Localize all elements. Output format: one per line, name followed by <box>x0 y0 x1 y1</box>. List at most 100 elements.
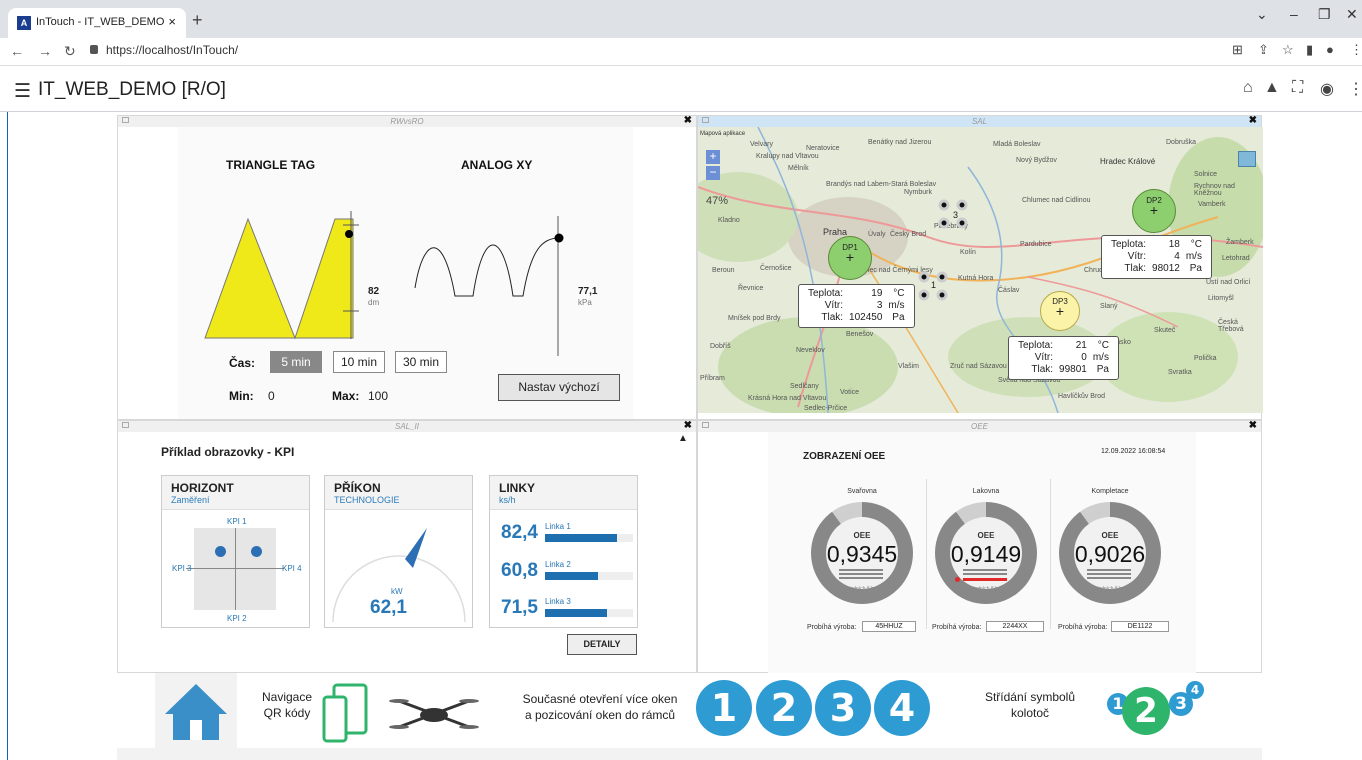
profile-icon[interactable]: ● <box>1326 42 1334 57</box>
window-icon <box>122 422 129 428</box>
carousel-4[interactable]: 4 <box>1186 681 1204 699</box>
time-5min-button[interactable]: 5 min <box>270 351 322 373</box>
hamburger-menu-icon[interactable]: ☰ <box>14 80 31 103</box>
map-city: Mělník <box>788 165 809 172</box>
prikon-card: PŘÍKON TECHNOLOGIE kW 62,1 <box>324 475 473 628</box>
oee-subnote: Posledních 8 hodin <box>964 586 1008 592</box>
map-city: Řevnice <box>738 285 764 292</box>
layers-icon[interactable] <box>1238 151 1256 167</box>
zoom-in-button[interactable]: + <box>706 150 720 164</box>
mountain-icon: ▲ <box>678 433 688 444</box>
map-city: Dobruška <box>1166 139 1196 146</box>
restore-icon[interactable]: ❐ <box>1318 6 1331 23</box>
oee-alert-bar <box>963 578 1007 581</box>
window-title-bar[interactable]: RWvsRO ✖ <box>118 115 696 127</box>
close-icon[interactable]: ✖ <box>1249 115 1257 126</box>
chevron-down-icon[interactable]: ⌄ <box>1256 6 1268 23</box>
bar-fill <box>545 572 598 580</box>
window-title: OEE <box>971 422 988 431</box>
window-2-button[interactable]: 2 <box>756 680 812 736</box>
footer-bar: Navigace QR kódy Současné otevření více … <box>117 673 1262 748</box>
max-value: 100 <box>368 389 389 403</box>
forward-icon[interactable]: → <box>38 43 52 59</box>
reload-icon[interactable]: ↻ <box>64 43 76 60</box>
kpi-dot <box>215 546 226 557</box>
xy-unit: kPa <box>578 298 592 307</box>
map-city: Ústí nad Orlicí <box>1206 279 1251 286</box>
map-app-label: Mapová aplikace <box>700 131 746 137</box>
linka3-bar <box>545 609 633 617</box>
map-city: Neratovice <box>806 145 840 152</box>
qr-nav-text[interactable]: Navigace QR kódy <box>257 689 317 721</box>
minimize-icon[interactable]: – <box>1290 6 1298 22</box>
tab-close-icon[interactable]: × <box>168 8 176 36</box>
sidebar-icon[interactable]: ▮ <box>1306 42 1313 58</box>
carousel-2-active[interactable]: 2 <box>1122 687 1170 735</box>
app-favicon-icon: A <box>17 16 31 30</box>
window-3-button[interactable]: 3 <box>815 680 871 736</box>
oee-label: OEE <box>977 531 995 540</box>
plus-icon: + <box>1149 202 1159 218</box>
station-dp2-marker[interactable]: DP2 + <box>1132 189 1176 233</box>
bookmark-star-icon[interactable]: ☆ <box>1282 42 1294 58</box>
fullscreen-icon[interactable]: ⛶ <box>1292 79 1303 97</box>
detail-button[interactable]: DETAILY <box>567 634 637 655</box>
home-icon[interactable] <box>163 680 229 742</box>
oee-bars <box>839 569 883 581</box>
address-bar: ← → ↻ https://localhost/InTouch/ ⊞ ⇪ ☆ ▮… <box>0 38 1362 66</box>
window-title-bar[interactable]: OEE ✖ <box>698 420 1261 432</box>
reset-default-button[interactable]: Nastav výchozí <box>498 374 620 401</box>
map-city: Příbram <box>700 375 725 382</box>
time-30min-button[interactable]: 30 min <box>395 351 447 373</box>
window-title-bar[interactable]: SAL_II ✖ <box>118 420 696 432</box>
translate-icon[interactable]: ⊞ <box>1232 42 1243 58</box>
kpi3-label: KPI 3 <box>172 564 192 573</box>
share-icon[interactable]: ⇪ <box>1258 42 1269 58</box>
map-city: Česká Třebová <box>1218 319 1244 333</box>
home-icon[interactable]: ⌂ <box>1243 79 1253 97</box>
map-city: Chlumec nad Cidlinou <box>1022 197 1091 204</box>
new-tab-button[interactable]: + <box>192 8 203 32</box>
window-4-button[interactable]: 4 <box>874 680 930 736</box>
oee-label: OEE <box>853 531 871 540</box>
window-1-button[interactable]: 1 <box>696 680 752 736</box>
station-dp1-marker[interactable]: DP1 + <box>828 236 872 280</box>
card-title: HORIZONT <box>171 481 234 495</box>
linka2-value: 60,8 <box>501 560 538 581</box>
max-label: Max: <box>332 389 360 403</box>
window-title-bar[interactable]: SAL ✖ <box>698 115 1261 127</box>
window-sal: SAL ✖ Mapová aplikace + − 47% Velvary Kra… <box>697 115 1263 420</box>
more-icon[interactable]: ⋮ <box>1348 79 1362 99</box>
tab-title: InTouch - IT_WEB_DEMO <box>36 16 165 28</box>
browser-tab[interactable]: A InTouch - IT_WEB_DEMO × <box>8 8 186 38</box>
phone-tablet-icon[interactable] <box>320 683 370 743</box>
card-subtitle: Zaměření <box>171 495 210 505</box>
menu-dots-icon[interactable]: ⋮ <box>1350 42 1362 58</box>
close-icon[interactable]: ✖ <box>684 115 692 126</box>
map-view[interactable]: Mapová aplikace + − 47% Velvary Kralupy … <box>698 127 1263 413</box>
station-dp3-marker[interactable]: DP3 + <box>1040 291 1080 331</box>
close-window-icon[interactable]: ✕ <box>1346 6 1358 23</box>
app-header: ☰ IT_WEB_DEMO [R/O] ⌂ ▲ ⛶ ◉ ⋮ <box>0 66 1362 112</box>
close-icon[interactable]: ✖ <box>1249 420 1257 431</box>
bell-icon[interactable]: ▲ <box>1264 79 1280 97</box>
time-10min-button[interactable]: 10 min <box>333 351 385 373</box>
map-city: Žamberk <box>1226 239 1254 246</box>
drone-icon[interactable] <box>389 693 479 733</box>
window-icon <box>702 117 709 123</box>
run-label: Probíhá výroba: <box>1058 624 1108 631</box>
url-field[interactable]: https://localhost/InTouch/ <box>90 43 238 57</box>
map-city: Svratka <box>1168 369 1192 376</box>
window-title: SAL_II <box>394 422 419 431</box>
map-city: Benešov <box>846 331 874 338</box>
map-percent: 47% <box>706 195 729 207</box>
linka1-bar <box>545 534 633 542</box>
close-icon[interactable]: ✖ <box>684 420 692 431</box>
min-value: 0 <box>268 389 275 403</box>
kpi2-label: KPI 2 <box>227 614 247 623</box>
account-icon[interactable]: ◉ <box>1320 79 1334 99</box>
back-icon[interactable]: ← <box>10 43 24 59</box>
zoom-out-button[interactable]: − <box>706 166 720 180</box>
map-city: Nymburk <box>904 189 933 196</box>
triangle-cursor <box>345 230 353 238</box>
